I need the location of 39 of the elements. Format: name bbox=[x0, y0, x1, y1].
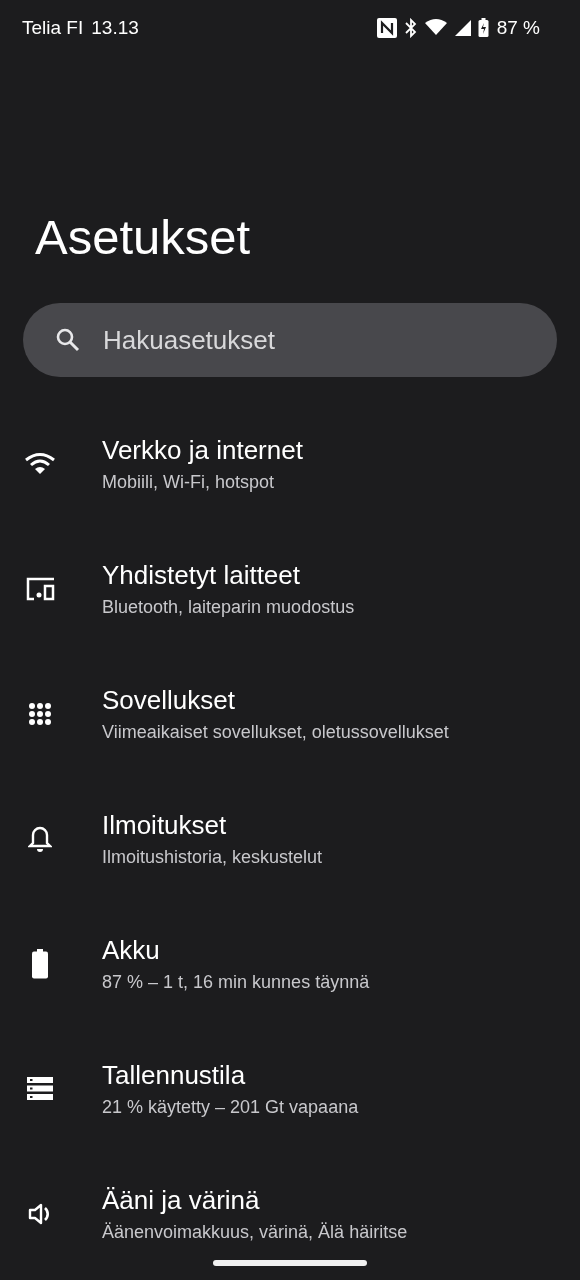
settings-item[interactable]: Tallennustila 21 % käytetty – 201 Gt vapaana bbox=[0, 1026, 580, 1151]
item-title: Tallennustila bbox=[102, 1059, 247, 1091]
devices-icon bbox=[24, 576, 56, 601]
item-subtitle: Bluetooth, laiteparin muodostus bbox=[102, 596, 355, 618]
settings-item[interactable]: Yhdistetyt laitteet Bluetooth, laiteparin muodostus bbox=[0, 526, 580, 651]
battery-icon bbox=[477, 18, 489, 38]
clock-time: 13.13 bbox=[91, 17, 139, 39]
bluetooth-icon bbox=[403, 18, 418, 38]
apps-grid-icon bbox=[28, 701, 52, 726]
item-title: Ääni ja värinä bbox=[102, 1184, 261, 1216]
item-title: Akku bbox=[102, 934, 161, 966]
battery-icon bbox=[31, 948, 49, 979]
signal-icon bbox=[453, 19, 472, 37]
settings-item[interactable]: Ääni ja värinä Äänenvoimakkuus, värinä, Älä häiritse bbox=[0, 1151, 580, 1276]
item-subtitle: Mobiili, Wi-Fi, hotspot bbox=[102, 471, 276, 493]
item-title: Yhdistetyt laitteet bbox=[102, 559, 301, 591]
item-subtitle: Ilmoitushistoria, keskustelut bbox=[102, 846, 323, 868]
home-indicator[interactable] bbox=[213, 1260, 367, 1266]
settings-item[interactable]: Verkko ja internet Mobiili, Wi-Fi, hotspot bbox=[0, 401, 580, 526]
nfc-icon bbox=[375, 17, 398, 39]
item-title: Ilmoitukset bbox=[102, 809, 228, 841]
item-subtitle: Viimeaikaiset sovellukset, oletussovellukset bbox=[102, 721, 449, 743]
wifi-icon bbox=[423, 19, 448, 37]
item-subtitle: 87 % – 1 t, 16 min kunnes täynnä bbox=[102, 971, 370, 993]
bell-icon bbox=[28, 824, 52, 853]
carrier-name: Telia FI bbox=[22, 17, 84, 39]
wifi-icon bbox=[24, 451, 56, 476]
settings-item[interactable]: Ilmoitukset Ilmoitushistoria, keskustelut bbox=[0, 776, 580, 901]
page-title: Asetukset bbox=[35, 209, 252, 265]
search-icon bbox=[55, 327, 81, 353]
item-subtitle: Äänenvoimakkuus, värinä, Älä häiritse bbox=[102, 1221, 408, 1243]
settings-item[interactable]: Akku 87 % – 1 t, 16 min kunnes täynnä bbox=[0, 901, 580, 1026]
item-title: Sovellukset bbox=[102, 684, 236, 716]
item-title: Verkko ja internet bbox=[102, 434, 303, 466]
battery-percent: 87 % bbox=[496, 17, 540, 39]
storage-icon bbox=[27, 1076, 53, 1101]
settings-item[interactable]: Sovellukset Viimeaikaiset sovellukset, oletussovellukset bbox=[0, 651, 580, 776]
item-subtitle: 21 % käytetty – 201 Gt vapaana bbox=[102, 1096, 359, 1118]
search-field[interactable]: Hakuasetukset bbox=[23, 303, 557, 377]
